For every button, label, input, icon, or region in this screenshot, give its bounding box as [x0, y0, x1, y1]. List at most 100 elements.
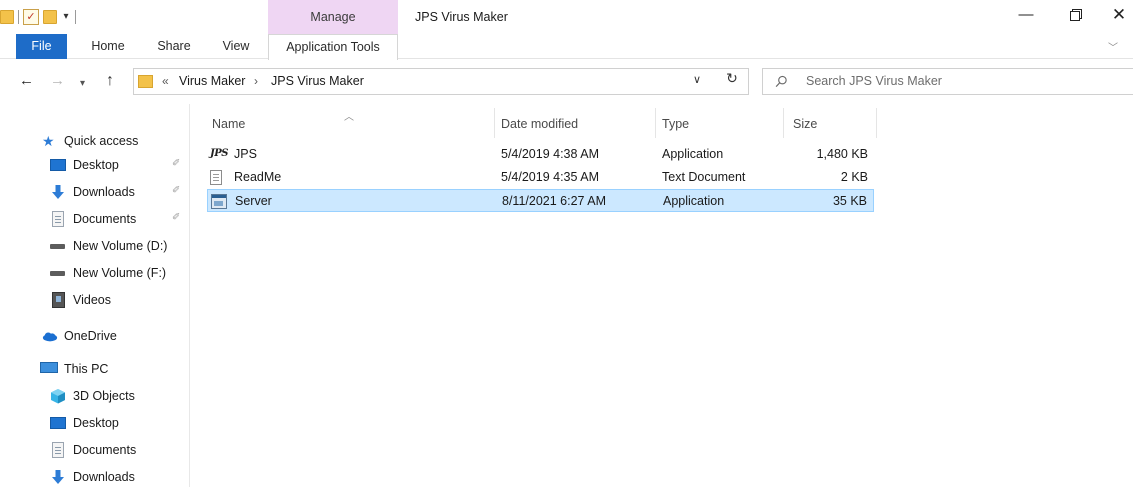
column-header-type[interactable]: Type	[662, 117, 689, 131]
column-divider[interactable]	[876, 108, 877, 138]
file-row-jps[interactable]: JPS JPS 5/4/2019 4:38 AM Application 1,4…	[207, 143, 874, 166]
column-header-name[interactable]: Name	[212, 117, 245, 131]
nav-onedrive[interactable]: OneDrive	[0, 324, 190, 348]
manage-contextual-label: Manage	[310, 10, 356, 24]
nav-label: Videos	[73, 293, 111, 307]
nav-label: 3D Objects	[73, 389, 135, 403]
computer-icon	[40, 362, 58, 373]
toolbar-divider	[75, 10, 76, 24]
file-size: 2 KB	[840, 170, 868, 184]
nav-this-pc[interactable]: This PC	[0, 357, 190, 381]
column-divider[interactable]	[655, 108, 656, 138]
folder-icon	[0, 10, 14, 24]
address-dropdown-chevron-icon[interactable]: ∨	[693, 73, 701, 86]
cloud-icon	[42, 332, 58, 342]
file-size: 35 KB	[832, 194, 867, 208]
quick-access-toolbar: ✓ ▾	[0, 8, 76, 26]
breadcrumb-overflow[interactable]: «	[162, 74, 169, 88]
download-icon	[52, 185, 64, 199]
toolbar-divider	[18, 10, 19, 24]
window-title: JPS Virus Maker	[415, 10, 508, 24]
nav-label: Desktop	[73, 158, 119, 172]
nav-item-videos[interactable]: Videos	[0, 288, 190, 312]
jps-app-icon: JPS	[210, 148, 228, 159]
pin-icon: ✐	[172, 212, 181, 223]
folder-icon	[138, 75, 153, 88]
nav-item-3d-objects[interactable]: 3D Objects	[0, 384, 190, 408]
nav-item-new-volume-f[interactable]: New Volume (F:)	[0, 261, 190, 285]
file-name: Server	[235, 194, 272, 208]
nav-item-pc-documents[interactable]: Documents	[0, 438, 190, 462]
search-input[interactable]: Search JPS Virus Maker	[806, 74, 942, 88]
documents-icon	[52, 211, 64, 227]
file-date: 5/4/2019 4:35 AM	[501, 170, 599, 184]
star-icon: ★	[42, 133, 55, 149]
nav-item-documents[interactable]: Documents ✐	[0, 207, 190, 231]
nav-label: New Volume (F:)	[73, 266, 167, 280]
column-divider[interactable]	[783, 108, 784, 138]
pin-icon: ✐	[172, 158, 181, 169]
column-header-size[interactable]: Size	[793, 117, 817, 131]
forward-arrow-icon[interactable]: →	[50, 73, 65, 89]
chevron-down-icon[interactable]: ﹀	[1108, 39, 1118, 54]
3d-objects-icon	[51, 389, 65, 404]
tab-file[interactable]: File	[16, 34, 67, 59]
file-name: JPS	[234, 147, 257, 161]
column-header-date-modified[interactable]: Date modified	[501, 117, 578, 131]
sort-ascending-icon: ︿	[344, 112, 354, 123]
breadcrumb-jps-virus-maker[interactable]: JPS Virus Maker	[271, 74, 364, 88]
nav-label: Downloads	[73, 185, 135, 199]
nav-item-new-volume-d[interactable]: New Volume (D:)	[0, 234, 190, 258]
maximize-button[interactable]	[1060, 4, 1090, 28]
address-bar[interactable]: « Virus Maker › JPS Virus Maker	[133, 68, 749, 95]
file-type: Application	[663, 194, 725, 208]
nav-label: Quick access	[64, 134, 139, 148]
nav-label: Documents	[73, 443, 137, 457]
videos-icon	[52, 292, 65, 308]
breadcrumb-separator[interactable]: ›	[254, 74, 258, 88]
recent-locations-chevron-icon[interactable]: ▾	[80, 76, 85, 92]
file-name: ReadMe	[234, 170, 282, 184]
nav-label: OneDrive	[64, 329, 117, 343]
file-date: 5/4/2019 4:38 AM	[501, 147, 599, 161]
download-icon	[52, 470, 64, 484]
tab-view[interactable]: View	[210, 34, 262, 59]
nav-label: Documents	[73, 212, 137, 226]
desktop-icon	[50, 417, 66, 429]
nav-quick-access[interactable]: ★ Quick access	[0, 129, 190, 153]
nav-item-pc-desktop[interactable]: Desktop	[0, 411, 190, 435]
tab-home[interactable]: Home	[78, 34, 138, 59]
search-box[interactable]: Search JPS Virus Maker	[762, 68, 1133, 95]
file-type: Text Document	[662, 170, 746, 184]
minimize-button[interactable]: —	[1011, 4, 1041, 28]
drive-icon	[50, 244, 65, 249]
file-date: 8/11/2021 6:27 AM	[502, 194, 607, 208]
desktop-icon	[50, 159, 66, 171]
file-type: Application	[662, 147, 724, 161]
file-size: 1,480 KB	[816, 147, 868, 161]
navigation-pane: ★ Quick access Desktop ✐ Downloads ✐ Doc…	[0, 104, 190, 487]
close-button[interactable]: ✕	[1104, 4, 1133, 28]
new-folder-icon[interactable]	[43, 10, 57, 24]
tab-application-tools[interactable]: Application Tools	[268, 34, 398, 60]
customize-toolbar-dropdown[interactable]: ▾	[61, 12, 71, 22]
breadcrumb-virus-maker[interactable]: Virus Maker	[179, 74, 245, 88]
file-row-server[interactable]: Server 8/11/2021 6:27 AM Application 35 …	[207, 189, 874, 212]
nav-item-pc-downloads[interactable]: Downloads	[0, 465, 190, 487]
back-arrow-icon[interactable]: ←	[19, 73, 34, 89]
navigation-bar: ← → ▾ ↑ « Virus Maker › JPS Virus Maker …	[0, 60, 1133, 104]
drive-icon	[50, 271, 65, 276]
refresh-icon[interactable]: ↻	[722, 70, 742, 90]
nav-item-desktop[interactable]: Desktop ✐	[0, 153, 190, 177]
nav-item-downloads[interactable]: Downloads ✐	[0, 180, 190, 204]
nav-label: This PC	[64, 362, 109, 376]
ribbon-tabs: File Home Share View Application Tools ﹀	[0, 34, 1133, 60]
column-divider[interactable]	[494, 108, 495, 138]
documents-icon	[52, 442, 64, 458]
up-arrow-icon[interactable]: ↑	[106, 73, 114, 89]
tab-share[interactable]: Share	[146, 34, 202, 59]
properties-check-icon[interactable]: ✓	[23, 9, 39, 25]
text-document-icon	[210, 170, 222, 185]
pin-icon: ✐	[172, 185, 181, 196]
file-row-readme[interactable]: ReadMe 5/4/2019 4:35 AM Text Document 2 …	[207, 166, 874, 189]
